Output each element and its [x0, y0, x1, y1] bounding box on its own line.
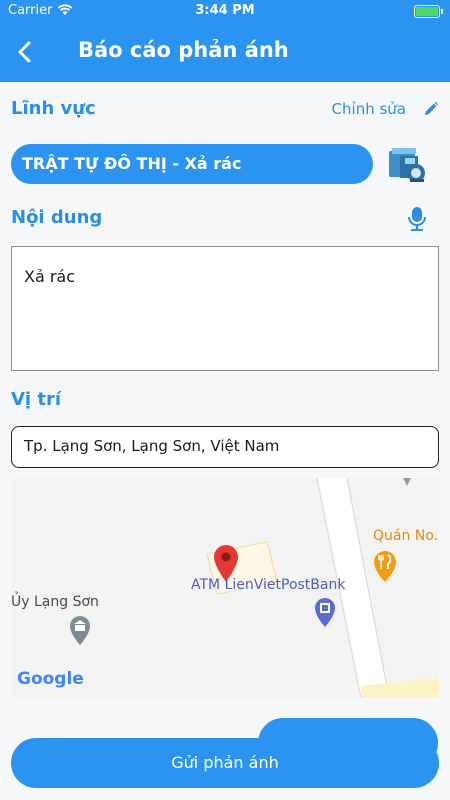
status-bar: Carrier 3:44 PM: [0, 0, 450, 22]
content-textarea[interactable]: Xả rác: [11, 246, 439, 371]
microphone-icon[interactable]: [406, 206, 428, 232]
trash-bin-icon[interactable]: [386, 143, 428, 185]
page-title: Báo cáo phản ánh: [78, 38, 289, 62]
google-logo: Google: [17, 669, 84, 689]
edit-button[interactable]: Chỉnh sửa: [332, 100, 406, 118]
content-section-label: Nội dung: [11, 207, 103, 228]
map-label-restaurant: Quán No.6: [373, 528, 439, 544]
location-input[interactable]: Tp. Lạng Sơn, Lạng Sơn, Việt Nam: [11, 426, 439, 468]
clock: 3:44 PM: [195, 3, 255, 18]
back-arrow-icon[interactable]: [12, 38, 40, 66]
restaurant-marker-icon[interactable]: [373, 550, 397, 584]
map-label-office: Ủy Lạng Sơn: [11, 594, 99, 610]
submit-report-button[interactable]: Gửi phản ánh: [11, 738, 439, 788]
bank-marker-icon[interactable]: [314, 597, 336, 629]
government-marker-icon[interactable]: [69, 615, 91, 647]
category-selector[interactable]: TRẬT TỰ ĐÔ THỊ - Xả rác: [11, 144, 373, 184]
map-view[interactable]: ATM LienVietPostBank Quán No.6 Ủy Lạng S…: [11, 478, 439, 698]
battery-icon: [414, 5, 443, 18]
nav-bar: Báo cáo phản ánh: [0, 22, 450, 82]
location-section-label: Vị trí: [11, 389, 62, 410]
field-section-label: Lĩnh vực: [11, 98, 96, 119]
pencil-icon[interactable]: [422, 100, 440, 118]
map-label-atm: ATM LienVietPostBank: [191, 577, 346, 593]
